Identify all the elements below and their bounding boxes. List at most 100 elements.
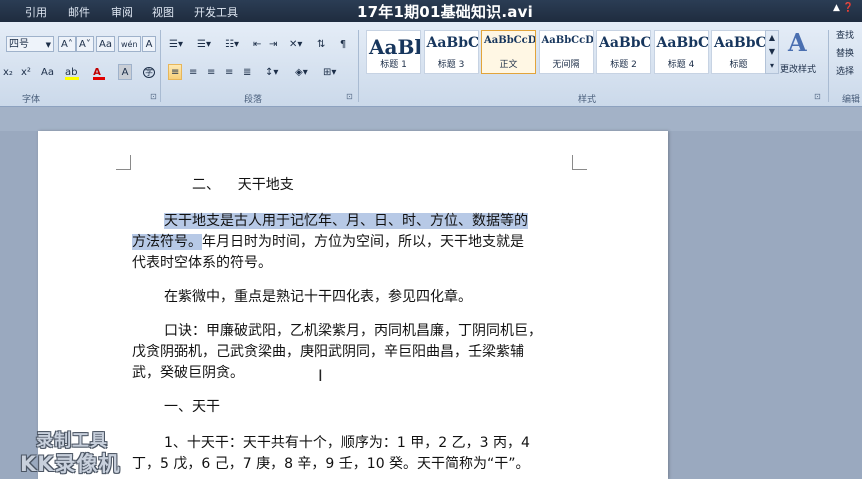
- decrease-indent-icon[interactable]: ⇤: [250, 36, 264, 52]
- shading-icon[interactable]: ◈▾: [292, 64, 311, 80]
- align-left-icon[interactable]: ≡: [168, 64, 183, 80]
- chinese-layout-icon[interactable]: ✕▾: [286, 36, 305, 52]
- enclose-char-button[interactable]: 字: [140, 64, 158, 80]
- heading-tiangan-dizhi[interactable]: 二、 天干地支: [192, 175, 294, 196]
- tab-view[interactable]: 视图: [152, 4, 174, 20]
- style-tile[interactable]: AaBbC 标题 4: [653, 30, 709, 74]
- replace-button[interactable]: 替换: [836, 46, 854, 59]
- title-bar: 引用 邮件 审阅 视图 开发工具 17年1期01基础知识.avi ▲ ❓: [0, 0, 862, 22]
- change-styles-button[interactable]: A 更改样式: [780, 28, 820, 90]
- paragraph-group-label: 段落: [244, 95, 263, 105]
- paragraph-3-line-2[interactable]: 戊贪阴弼机，己武贪梁曲，庚阳武阴同，辛巨阳曲昌，壬梁紫辅: [132, 342, 524, 363]
- superscript-button[interactable]: x²: [18, 64, 34, 80]
- style-sample: AaBbC: [599, 35, 651, 51]
- char-shading-button[interactable]: A: [118, 64, 132, 80]
- style-tile[interactable]: AaBbC 标题 2: [596, 30, 651, 74]
- increase-indent-icon[interactable]: ⇥: [266, 36, 280, 52]
- grow-font-button[interactable]: A˄: [58, 36, 76, 52]
- shrink-font-button[interactable]: A˅: [76, 36, 94, 52]
- style-name: 正文: [499, 60, 518, 70]
- tab-mailings[interactable]: 邮件: [68, 4, 90, 20]
- window-title: 17年1期01基础知识.avi: [357, 3, 533, 21]
- paragraph-2[interactable]: 在紫微中，重点是熟记十干四化表，参见四化章。: [164, 287, 472, 308]
- font-color-bar: [93, 77, 105, 80]
- justify-icon[interactable]: ≡: [222, 64, 236, 80]
- style-tile[interactable]: AaBbCcDc 正文: [481, 30, 536, 74]
- margin-corner-mark: [572, 155, 587, 170]
- style-sample: AaBbC: [426, 35, 479, 51]
- document-page[interactable]: 二、 天干地支 天干地支是古人用于记忆年、月、日、时、方位、数据等的 方法符号。…: [38, 131, 668, 479]
- style-name: 标题 4: [667, 60, 695, 70]
- section-heading-tiangan[interactable]: 一、天干: [164, 397, 220, 418]
- group-divider: [358, 30, 359, 102]
- style-sample: AaBl: [369, 35, 421, 59]
- tab-developer[interactable]: 开发工具: [194, 4, 238, 20]
- selected-text: 方法符号。: [132, 234, 202, 250]
- paragraph-1-line-1[interactable]: 天干地支是古人用于记忆年、月、日、时、方位、数据等的: [164, 211, 528, 232]
- paragraph-4-line-2[interactable]: 丁，5 戊，6 己，7 庚，8 辛，9 壬，10 癸。天干简称为“干”。: [132, 454, 530, 475]
- subscript-button[interactable]: x₂: [0, 64, 16, 80]
- help-icon[interactable]: ▲ ❓: [833, 3, 854, 13]
- style-sample: AaBbCcDc: [484, 35, 536, 46]
- style-sample: AaBbCcDc: [541, 35, 594, 46]
- watermark-line-2: KK录像机: [20, 452, 121, 476]
- style-sample: AaBbC: [714, 35, 766, 51]
- ribbon-home: 四号 ▼ A˄ A˅ Aa wén A x₂ x² Aa ab A A 字 字体…: [0, 22, 862, 107]
- font-color-button[interactable]: A: [90, 64, 105, 80]
- text-cursor-icon: I: [318, 366, 323, 385]
- numbering-icon[interactable]: ☰▾: [194, 36, 214, 52]
- style-name: 标题: [729, 60, 748, 70]
- change-styles-icon: A: [788, 28, 807, 57]
- style-tile[interactable]: AaBbC 标题: [711, 30, 766, 74]
- tab-review[interactable]: 审阅: [111, 4, 133, 20]
- styles-dialog-launcher-icon[interactable]: ⊡: [814, 92, 821, 101]
- paragraph-3-line-1[interactable]: 口诀：甲廉破武阳，乙机梁紫月，丙同机昌廉，丁阴同机巨，: [164, 321, 542, 342]
- highlight-button[interactable]: ab: [62, 64, 80, 80]
- style-name: 标题 1: [380, 60, 407, 70]
- paragraph-1-line-3[interactable]: 代表时空体系的符号。: [132, 253, 272, 274]
- char-border-button[interactable]: A: [142, 36, 156, 52]
- style-name: 无间隔: [552, 60, 580, 70]
- group-divider: [160, 30, 161, 102]
- align-right-icon[interactable]: ≡: [204, 64, 218, 80]
- tab-references[interactable]: 引用: [25, 4, 47, 20]
- line-spacing-icon[interactable]: ↕▾: [262, 64, 281, 80]
- gallery-scroll-icon[interactable]: ▲ ▼ ▾: [765, 30, 779, 74]
- paragraph-3-line-3[interactable]: 武，癸破巨阴贪。: [132, 363, 244, 384]
- align-center-icon[interactable]: ≡: [186, 64, 200, 80]
- paragraph-dialog-launcher-icon[interactable]: ⊡: [346, 92, 353, 101]
- margin-corner-mark: [116, 155, 131, 170]
- style-name: 标题 3: [437, 60, 465, 70]
- clear-format-button[interactable]: Aa: [96, 36, 115, 52]
- enclose-char-icon: 字: [143, 67, 155, 78]
- font-size-select[interactable]: 四号 ▼: [6, 36, 54, 52]
- group-divider: [828, 30, 829, 102]
- paragraph-1-line-2[interactable]: 方法符号。年月日时为时间，方位为空间，所以，天干地支就是: [132, 232, 524, 253]
- phonetic-guide-button[interactable]: wén: [118, 36, 141, 52]
- show-marks-icon[interactable]: ¶: [336, 36, 350, 52]
- sort-icon[interactable]: ⇅: [314, 36, 328, 52]
- selected-text: 天干地支是古人用于记忆年、月、日、时、方位、数据等的: [164, 213, 528, 229]
- font-dialog-launcher-icon[interactable]: ⊡: [150, 92, 157, 101]
- distributed-icon[interactable]: ≣: [240, 64, 254, 80]
- multilevel-list-icon[interactable]: ☷▾: [222, 36, 242, 52]
- bullets-icon[interactable]: ☰▾: [166, 36, 186, 52]
- change-case-button[interactable]: Aa: [38, 64, 57, 80]
- borders-icon[interactable]: ⊞▾: [320, 64, 339, 80]
- highlight-color-bar: [65, 77, 79, 80]
- ruler-area: [0, 107, 862, 131]
- select-button[interactable]: 选择: [836, 64, 854, 77]
- paragraph-4-line-1[interactable]: 1、十天干：天干共有十个，顺序为：1 甲，2 乙，3 丙，4: [164, 433, 530, 454]
- chevron-down-icon: ▼: [45, 41, 51, 49]
- find-button[interactable]: 查找: [836, 28, 854, 41]
- style-sample: AaBbC: [656, 35, 709, 51]
- change-styles-label: 更改样式: [780, 65, 817, 75]
- paragraph-text: 年月日时为时间，方位为空间，所以，天干地支就是: [202, 234, 524, 250]
- style-tile[interactable]: AaBbC 标题 3: [423, 30, 479, 74]
- style-name: 标题 2: [610, 60, 637, 70]
- font-group-label: 字体: [22, 95, 41, 105]
- editing-group-label: 编辑: [842, 95, 861, 105]
- style-tile[interactable]: AaBl 标题 1: [366, 30, 421, 74]
- style-tile[interactable]: AaBbCcDc 无间隔: [538, 30, 594, 74]
- styles-group-label: 样式: [578, 95, 597, 105]
